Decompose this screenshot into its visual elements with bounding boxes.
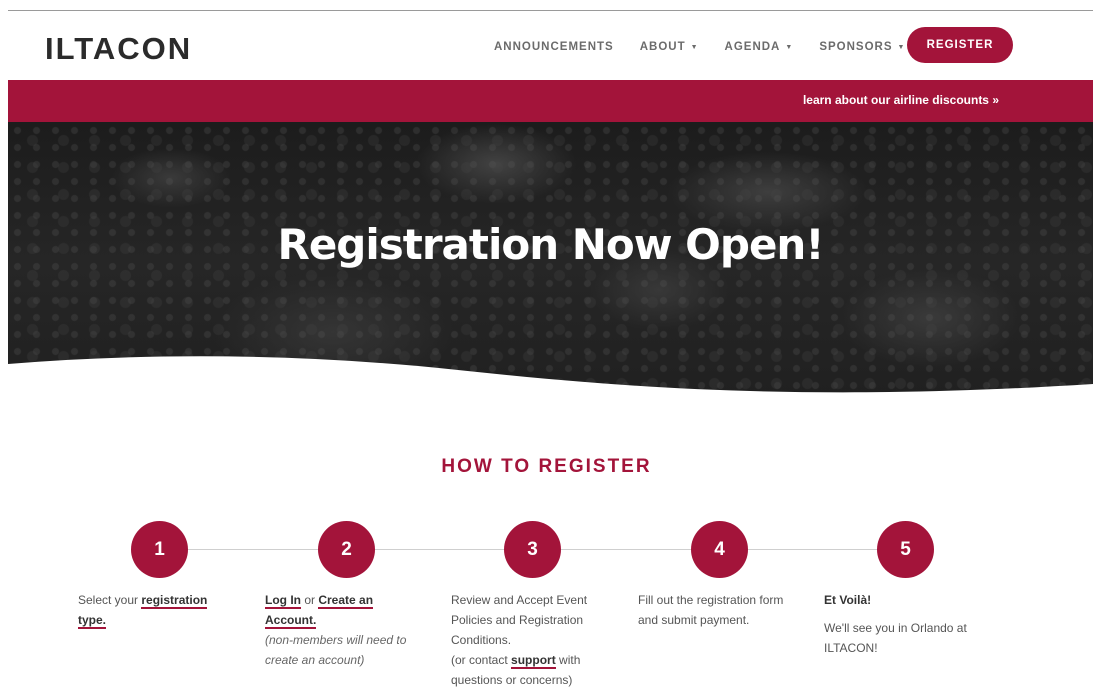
support-link[interactable]: support [511,653,556,669]
announcement-banner: learn about our airline discounts » [8,80,1093,122]
main-nav: ANNOUNCEMENTS ABOUT ▼ AGENDA ▼ SPONSORS … [494,41,931,53]
step-connector [748,549,878,550]
step-1-text: Select your registration type. [78,593,208,629]
iltacon-logo[interactable]: ILTACON [45,33,192,64]
hero-section: Registration Now Open! [8,122,1093,402]
nav-announcements[interactable]: ANNOUNCEMENTS [494,41,614,53]
how-to-register-heading: HOW TO REGISTER [441,456,652,477]
step-5-badge: 5 [877,521,934,578]
hero-title: Registration Now Open! [277,220,824,269]
step-2-badge: 2 [318,521,375,578]
step-connector [375,549,505,550]
step-connector [188,549,318,550]
step-4-text: Fill out the registration form and submi… [638,593,784,627]
step-2-text: Log In or Create an Account. (non-member… [265,593,407,667]
nav-about[interactable]: ABOUT ▼ [640,41,699,53]
caret-down-icon: ▼ [897,43,906,51]
nav-sponsors[interactable]: SPONSORS ▼ [819,41,905,53]
create-account-link-cont[interactable]: Account. [265,613,317,629]
step-5-heading: Et Voilà! [824,593,872,607]
registration-type-link[interactable]: registration [141,593,208,609]
step-4-badge: 4 [691,521,748,578]
step-5-text: Et Voilà! We'll see you in Orlando at IL… [824,593,967,655]
step-2-note: (non-members will need to [265,633,407,647]
step-3-text: Review and Accept Event Policies and Reg… [451,593,588,687]
create-account-link[interactable]: Create an [318,593,374,609]
caret-down-icon: ▼ [690,43,699,51]
step-connector [561,549,691,550]
site-header: ILTACON ANNOUNCEMENTS ABOUT ▼ AGENDA ▼ S… [8,11,1093,80]
login-link[interactable]: Log In [265,593,301,609]
register-button[interactable]: REGISTER [907,27,1013,63]
airline-discounts-link[interactable]: learn about our airline discounts » [803,93,999,107]
registration-type-link-cont[interactable]: type. [78,613,107,629]
wave-divider [8,356,1093,402]
nav-agenda[interactable]: AGENDA ▼ [725,41,794,53]
caret-down-icon: ▼ [785,43,794,51]
step-2-note-cont: create an account) [265,653,365,667]
step-1-badge: 1 [131,521,188,578]
step-3-badge: 3 [504,521,561,578]
logo-text: ILTACON [45,31,193,66]
